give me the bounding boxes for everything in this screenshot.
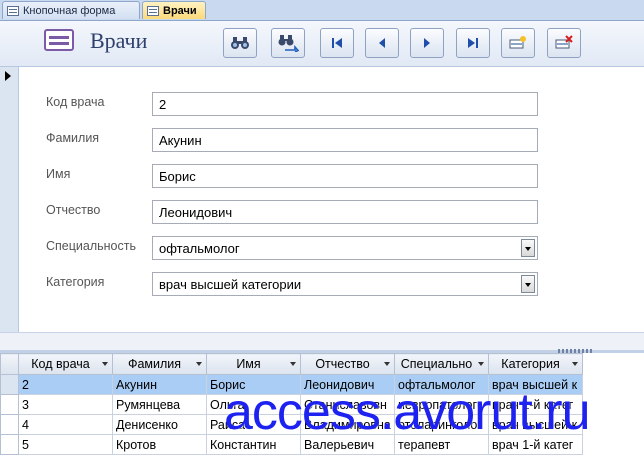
label-category: Категория: [46, 275, 105, 289]
dropdown-arrow-icon[interactable]: [102, 362, 108, 366]
category-combo[interactable]: врач высшей категории: [152, 272, 538, 296]
last-record-icon: [468, 38, 478, 48]
tab-label: Кнопочная форма: [23, 4, 116, 17]
table-cell[interactable]: Кротов: [112, 434, 207, 455]
previous-record-button[interactable]: [365, 28, 399, 58]
table-cell[interactable]: Румянцева: [112, 394, 207, 415]
select-all-cell[interactable]: [0, 353, 19, 375]
column-header[interactable]: Отчество: [300, 353, 395, 375]
new-record-button[interactable]: [501, 28, 535, 58]
row-selector[interactable]: [0, 414, 19, 435]
delete-record-icon: [555, 35, 573, 49]
form-logo-icon: [44, 29, 74, 51]
label-patronymic: Отчество: [46, 203, 101, 217]
column-header-label: Категория: [501, 357, 560, 371]
binoculars-arrow-icon: [278, 35, 299, 52]
table-cell[interactable]: Денисенко: [112, 414, 207, 435]
column-header[interactable]: Имя: [206, 353, 301, 375]
column-header[interactable]: Категория: [488, 353, 583, 375]
label-specialty: Специальность: [46, 239, 136, 253]
dropdown-arrow-icon[interactable]: [196, 362, 202, 366]
label-doctor-id: Код врача: [46, 95, 105, 109]
row-selector[interactable]: [0, 374, 19, 395]
table-cell[interactable]: 5: [18, 434, 113, 455]
replace-button[interactable]: [271, 28, 305, 58]
chevron-down-icon[interactable]: [521, 275, 535, 293]
dropdown-arrow-icon[interactable]: [572, 362, 578, 366]
last-record-button[interactable]: [456, 28, 490, 58]
column-header[interactable]: Фамилия: [112, 353, 207, 375]
first-name-field[interactable]: Борис: [152, 164, 538, 188]
table-cell[interactable]: 2: [18, 374, 113, 395]
first-record-icon: [332, 38, 342, 48]
table-cell[interactable]: 4: [18, 414, 113, 435]
column-header-label: Код врача: [31, 357, 90, 371]
table-cell[interactable]: Акунин: [112, 374, 207, 395]
form-header: Врачи: [0, 21, 644, 67]
dropdown-arrow-icon[interactable]: [478, 362, 484, 366]
table-cell[interactable]: 3: [18, 394, 113, 415]
column-header-label: Специально: [400, 357, 473, 371]
form-footer: [0, 332, 644, 351]
column-header-label: Отчество: [315, 357, 370, 371]
delete-record-button[interactable]: [547, 28, 581, 58]
dropdown-arrow-icon[interactable]: [290, 362, 296, 366]
header-row: Код врача Фамилия Имя Отчество Специальн…: [0, 353, 583, 375]
tab-label: Врачи: [163, 4, 197, 17]
watermark: access.avorut.ru: [224, 383, 590, 441]
specialty-combo[interactable]: офтальмолог: [152, 236, 538, 260]
find-button[interactable]: [223, 28, 257, 58]
binoculars-icon: [231, 37, 249, 49]
label-first-name: Имя: [46, 167, 71, 181]
current-record-icon: [5, 71, 11, 81]
next-record-button[interactable]: [410, 28, 444, 58]
previous-record-icon: [379, 38, 385, 48]
dropdown-arrow-icon[interactable]: [384, 362, 390, 366]
row-selector[interactable]: [0, 434, 19, 455]
patronymic-field[interactable]: Леонидович: [152, 200, 538, 224]
label-last-name: Фамилия: [46, 131, 100, 145]
form-icon: [147, 5, 159, 16]
chevron-down-icon[interactable]: [521, 239, 535, 257]
last-name-field[interactable]: Акунин: [152, 128, 538, 152]
row-selector[interactable]: [0, 394, 19, 415]
specialty-value: офтальмолог: [159, 241, 240, 256]
record-selector[interactable]: [0, 67, 19, 332]
column-header[interactable]: Специально: [394, 353, 489, 375]
column-header-label: Фамилия: [127, 357, 182, 371]
tab-doctors[interactable]: Врачи: [142, 1, 206, 19]
first-record-button[interactable]: [320, 28, 354, 58]
form-icon: [7, 5, 19, 16]
column-header[interactable]: Код врача: [18, 353, 113, 375]
page-title: Врачи: [90, 28, 148, 53]
category-value: врач высшей категории: [159, 277, 302, 292]
column-header-label: Имя: [236, 357, 261, 371]
tab-switchboard[interactable]: Кнопочная форма: [2, 1, 140, 19]
new-record-icon: [509, 36, 526, 49]
next-record-icon: [424, 38, 430, 48]
document-tab-bar: Кнопочная форма Врачи: [0, 0, 644, 21]
doctor-id-field[interactable]: 2: [152, 92, 538, 116]
